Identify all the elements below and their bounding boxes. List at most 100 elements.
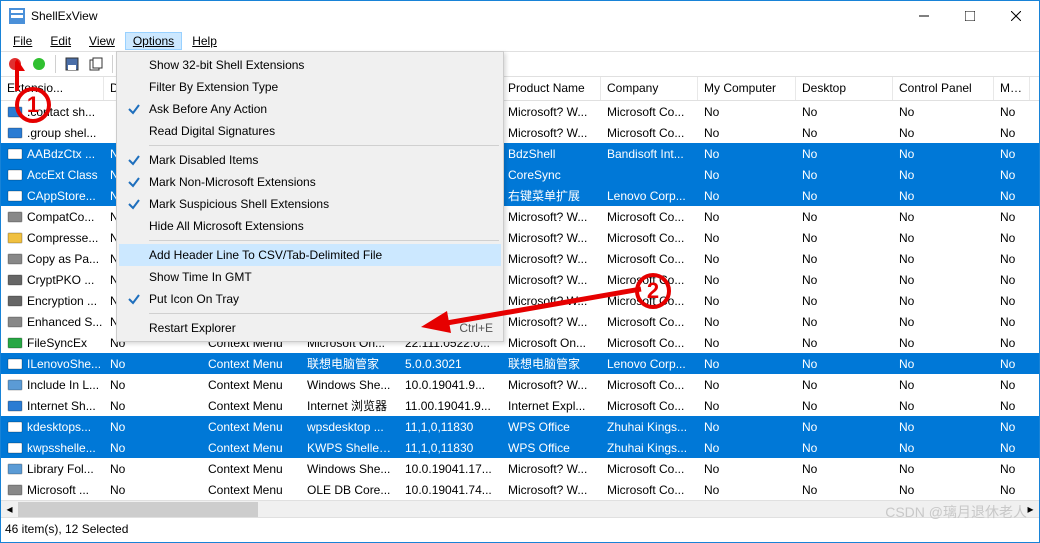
cell-myc: No [698, 336, 796, 350]
extension-name: AABdzCtx ... [27, 147, 95, 161]
cell-comp: Microsoft Co... [601, 315, 698, 329]
extension-icon [7, 104, 23, 120]
extension-icon [7, 188, 23, 204]
menu-read-sig[interactable]: Read Digital Signatures [119, 120, 501, 142]
maximize-button[interactable] [947, 1, 993, 31]
cell-prod: BdzShell [502, 147, 601, 161]
cell-type: Context Menu [202, 462, 301, 476]
cell-cp: No [893, 189, 994, 203]
cell-prod: Microsoft? W... [502, 294, 601, 308]
cell-myn: No [994, 441, 1030, 455]
cell-prod: WPS Office [502, 441, 601, 455]
cell-myn: No [994, 483, 1030, 497]
extension-name: kwpsshelle... [27, 441, 96, 455]
extension-icon [7, 356, 23, 372]
menu-put-tray[interactable]: Put Icon On Tray [119, 288, 501, 310]
header-mycomputer[interactable]: My Computer [698, 77, 796, 100]
cell-cp: No [893, 294, 994, 308]
menu-help[interactable]: Help [184, 32, 225, 50]
extension-name: Internet Sh... [27, 399, 96, 413]
extension-icon [7, 461, 23, 477]
cell-myn: No [994, 147, 1030, 161]
cell-myc: No [698, 231, 796, 245]
cell-cp: No [893, 126, 994, 140]
cell-dis: No [104, 462, 202, 476]
cell-myc: No [698, 252, 796, 266]
cell-comp: Microsoft Co... [601, 105, 698, 119]
cell-myn: No [994, 168, 1030, 182]
watermark: CSDN @璃月退休老人 [885, 502, 1027, 522]
cell-myn: No [994, 231, 1030, 245]
save-button[interactable] [62, 54, 82, 74]
app-icon [9, 8, 25, 24]
header-product[interactable]: Product Name [502, 77, 601, 100]
extension-icon [7, 293, 23, 309]
table-row[interactable]: kdesktops...NoContext Menuwpsdesktop ...… [1, 416, 1039, 437]
cell-ver: 11,1,0,11830 [399, 441, 502, 455]
enable-button[interactable] [29, 54, 49, 74]
extension-name: Microsoft ... [27, 483, 89, 497]
cell-type: Context Menu [202, 420, 301, 434]
cell-myn: No [994, 294, 1030, 308]
table-row[interactable]: Library Fol...NoContext MenuWindows She.… [1, 458, 1039, 479]
cell-type: Context Menu [202, 399, 301, 413]
menu-file[interactable]: File [5, 32, 40, 50]
extension-icon [7, 314, 23, 330]
table-row[interactable]: Include In L...NoContext MenuWindows She… [1, 374, 1039, 395]
menu-show-gmt[interactable]: Show Time In GMT [119, 266, 501, 288]
header-desktop[interactable]: Desktop [796, 77, 893, 100]
cell-dis: No [104, 441, 202, 455]
extension-name: CompatCo... [27, 210, 94, 224]
horizontal-scrollbar[interactable]: ◂ ▸ [1, 500, 1039, 517]
header-mynet[interactable]: My... [994, 77, 1030, 100]
cell-myc: No [698, 441, 796, 455]
cell-cp: No [893, 357, 994, 371]
cell-cp: No [893, 231, 994, 245]
table-row[interactable]: Microsoft ...NoContext MenuOLE DB Core..… [1, 479, 1039, 500]
cell-myc: No [698, 357, 796, 371]
cell-myc: No [698, 483, 796, 497]
cell-dis: No [104, 378, 202, 392]
menu-mark-nonms[interactable]: Mark Non-Microsoft Extensions [119, 171, 501, 193]
header-company[interactable]: Company [601, 77, 698, 100]
menu-add-header[interactable]: Add Header Line To CSV/Tab-Delimited Fil… [119, 244, 501, 266]
menu-view[interactable]: View [81, 32, 123, 50]
cell-prod: CoreSync [502, 168, 601, 182]
menu-restart-explorer[interactable]: Restart ExplorerCtrl+E [119, 317, 501, 339]
extension-icon [7, 377, 23, 393]
menu-mark-susp[interactable]: Mark Suspicious Shell Extensions [119, 193, 501, 215]
cell-myn: No [994, 357, 1030, 371]
extension-name: AccExt Class [27, 168, 98, 182]
menu-ask-before[interactable]: Ask Before Any Action [119, 98, 501, 120]
cell-comp: Bandisoft Int... [601, 147, 698, 161]
menu-show-32bit[interactable]: Show 32-bit Shell Extensions [119, 54, 501, 76]
extension-name: Include In L... [27, 378, 99, 392]
menu-edit[interactable]: Edit [42, 32, 79, 50]
table-row[interactable]: Internet Sh...NoContext MenuInternet 浏览器… [1, 395, 1039, 416]
cell-desk: No [796, 147, 893, 161]
cell-desk: No [796, 441, 893, 455]
menu-filter-ext[interactable]: Filter By Extension Type [119, 76, 501, 98]
extension-name: ILenovoShe... [27, 357, 101, 371]
menu-options[interactable]: Options [125, 32, 182, 50]
cell-type: Context Menu [202, 378, 301, 392]
check-icon [127, 175, 141, 189]
header-controlpanel[interactable]: Control Panel [893, 77, 994, 100]
menu-hide-ms[interactable]: Hide All Microsoft Extensions [119, 215, 501, 237]
scroll-left-button[interactable]: ◂ [1, 502, 18, 517]
scrollbar-thumb[interactable] [18, 502, 258, 517]
header-extension[interactable]: Extensio... [1, 77, 104, 100]
disable-button[interactable] [5, 54, 25, 74]
cell-comp: Microsoft Co... [601, 210, 698, 224]
cell-myc: No [698, 147, 796, 161]
close-button[interactable] [993, 1, 1039, 31]
cell-type: Context Menu [202, 441, 301, 455]
menu-mark-disabled[interactable]: Mark Disabled Items [119, 149, 501, 171]
cell-cp: No [893, 441, 994, 455]
cell-myc: No [698, 315, 796, 329]
copy-button[interactable] [86, 54, 106, 74]
table-row[interactable]: kwpsshelle...NoContext MenuKWPS Shellex.… [1, 437, 1039, 458]
table-row[interactable]: ILenovoShe...NoContext Menu联想电脑管家5.0.0.3… [1, 353, 1039, 374]
cell-myn: No [994, 420, 1030, 434]
minimize-button[interactable] [901, 1, 947, 31]
